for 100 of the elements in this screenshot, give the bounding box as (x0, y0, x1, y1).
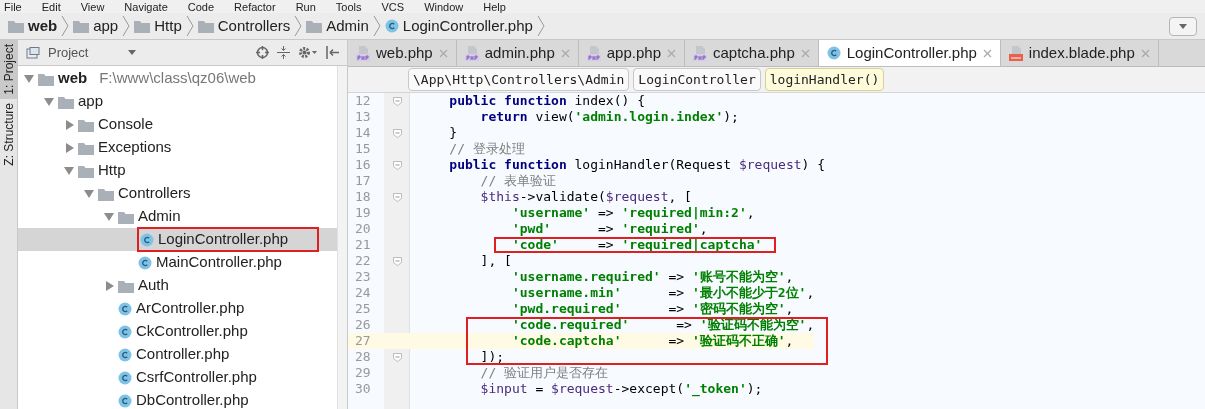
chevron-icon (294, 16, 303, 36)
tree-item[interactable]: app (78, 90, 104, 113)
tree-row-highlight[interactable]: LoginController.php (18, 228, 337, 251)
code-line: public function loginHandler(Request $request) { (448, 157, 826, 173)
line-number: 14 (354, 124, 372, 143)
code-line: 'username' => 'required|min:2', (510, 205, 755, 221)
breadcrumb[interactable]: web (28, 14, 58, 38)
chevron-icon (536, 16, 545, 36)
breadcrumb[interactable]: LoginController.php (402, 14, 533, 38)
path-label: F:\www\class\qz06\web (99, 68, 256, 89)
breadcrumb[interactable]: \App\Http\Controllers\Admin (408, 67, 630, 92)
close-icon (667, 48, 676, 58)
tree-item[interactable]: Exceptions (98, 136, 172, 159)
locate-icon[interactable] (256, 46, 269, 59)
code-line: return view('admin.login.index'); (479, 109, 739, 125)
php-file-icon (464, 45, 479, 61)
breadcrumb[interactable]: Admin (326, 14, 369, 38)
menu-item[interactable]: Refactor (234, 2, 276, 13)
class-icon (140, 232, 154, 247)
code-line: $input = $request->except('_token'); (479, 381, 763, 397)
code-line: 'username.required' => '账号不能为空', (510, 269, 794, 285)
fold-icon[interactable] (392, 352, 402, 362)
code-line: 'pwd' => 'required', (510, 221, 708, 237)
class-icon (118, 370, 132, 385)
fold-icon[interactable] (392, 128, 402, 138)
hide-panel-icon[interactable] (326, 46, 339, 59)
side-tab[interactable]: Z: Structure (0, 98, 17, 170)
fold-icon[interactable] (392, 96, 402, 106)
breadcrumb[interactable]: LoginController (633, 67, 761, 92)
chevron-icon (372, 16, 381, 36)
line-number: 24 (354, 284, 372, 303)
line-number: 18 (354, 188, 372, 207)
menu-item[interactable]: View (80, 2, 105, 13)
folder-icon (38, 71, 54, 86)
code-line: ], [ (479, 253, 512, 269)
php-file-icon (693, 45, 707, 61)
menu-item[interactable]: Navigate (124, 2, 168, 13)
tree-item[interactable]: Auth (138, 274, 169, 297)
chevron-icon (122, 16, 131, 36)
expanded-arrow-icon[interactable] (104, 211, 114, 222)
line-number: 16 (354, 156, 372, 175)
fold-icon[interactable] (392, 192, 402, 202)
tree-item[interactable]: Admin (138, 205, 181, 228)
code-line: 'code.captcha' => '验证码不正确', (510, 333, 794, 349)
line-number: 19 (354, 204, 372, 223)
menu-item[interactable]: Window (424, 2, 464, 13)
code-line: 'code' => 'required|captcha' (510, 237, 763, 253)
menu-item[interactable]: Code (187, 2, 215, 13)
collapsed-arrow-icon[interactable] (64, 142, 74, 153)
tree-item[interactable]: DbController.php (136, 389, 249, 409)
tree-item[interactable]: MainController.php (156, 251, 282, 274)
tree-item[interactable]: web (58, 67, 88, 90)
expanded-arrow-icon[interactable] (24, 73, 34, 84)
menu-item[interactable]: Tools (335, 2, 362, 13)
code-line: public function index() { (448, 93, 645, 109)
code-line: // 表单验证 (479, 173, 557, 189)
tree-item[interactable]: Controllers (118, 182, 191, 205)
fold-icon[interactable] (392, 256, 402, 266)
code-line: $this->validate($request, [ (479, 189, 692, 205)
dropdown-icon[interactable] (128, 50, 137, 55)
line-number: 15 (354, 140, 372, 159)
code-line: 'pwd.required' => '密码不能为空', (510, 301, 794, 317)
line-number: 26 (354, 316, 372, 335)
tree-item[interactable]: Http (98, 159, 126, 182)
breadcrumb[interactable]: app (93, 14, 119, 38)
scrollbar[interactable] (337, 66, 347, 409)
tree-item[interactable]: ArController.php (136, 297, 245, 320)
folder-icon (78, 117, 94, 132)
editor-tab[interactable]: LoginController.php (818, 40, 1001, 66)
close-icon (982, 48, 992, 58)
folder-icon (8, 19, 24, 33)
menu-item[interactable]: Edit (41, 2, 61, 13)
menu-item[interactable]: File (4, 2, 22, 13)
line-number: 29 (354, 364, 372, 383)
close-icon (438, 48, 448, 58)
menu-item[interactable]: Help (483, 2, 506, 13)
breadcrumb[interactable]: Controllers (217, 14, 291, 38)
tree-item[interactable]: CsrfController.php (136, 366, 257, 389)
breadcrumb[interactable]: loginHandler() (764, 67, 885, 92)
collapse-icon[interactable] (277, 46, 290, 59)
folder-icon (78, 140, 94, 155)
expanded-arrow-icon[interactable] (64, 165, 74, 176)
dropdown-button[interactable] (1169, 17, 1197, 36)
collapsed-arrow-icon[interactable] (64, 119, 74, 130)
side-tab[interactable]: 1: Project (0, 40, 17, 99)
fold-icon[interactable] (392, 160, 402, 170)
class-icon (118, 393, 132, 408)
expanded-arrow-icon[interactable] (84, 188, 94, 199)
folder-icon (78, 163, 94, 178)
tree-item[interactable]: Console (98, 113, 154, 136)
line-number: 13 (354, 108, 372, 127)
expanded-arrow-icon[interactable] (44, 96, 54, 107)
breadcrumb[interactable]: Http (154, 14, 182, 38)
tree-item[interactable]: CkController.php (136, 320, 248, 343)
tree-item[interactable]: Controller.php (136, 343, 230, 366)
menu-item[interactable]: VCS (381, 2, 405, 13)
collapsed-arrow-icon[interactable] (104, 280, 114, 291)
tree-item[interactable]: LoginController.php (158, 228, 289, 251)
menu-item[interactable]: Run (295, 2, 316, 13)
settings-icon[interactable] (298, 46, 318, 59)
